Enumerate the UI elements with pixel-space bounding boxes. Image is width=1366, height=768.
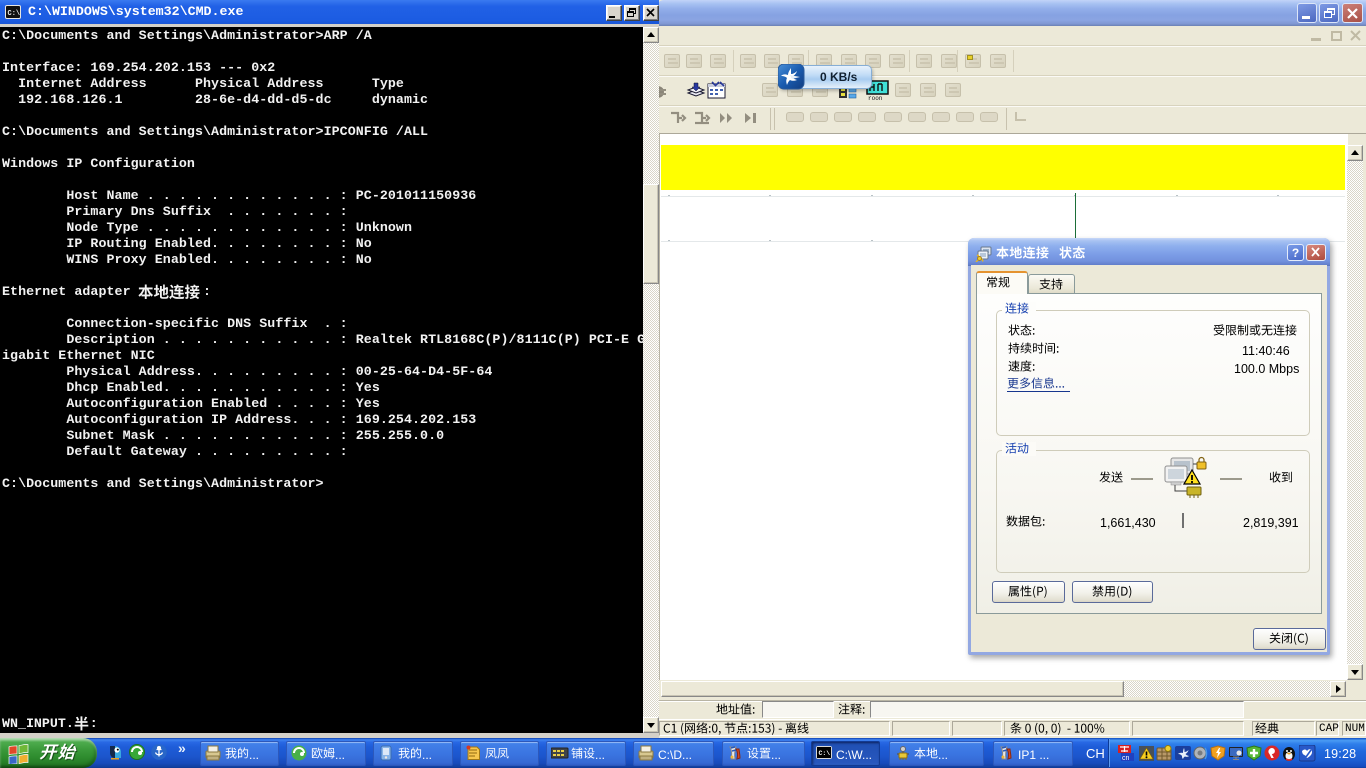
- svg-text:C:\: C:\: [8, 10, 21, 18]
- svg-text:roon: roon: [868, 95, 883, 101]
- svg-text:C:\: C:\: [819, 750, 831, 757]
- svg-text:cn: cn: [1122, 755, 1130, 762]
